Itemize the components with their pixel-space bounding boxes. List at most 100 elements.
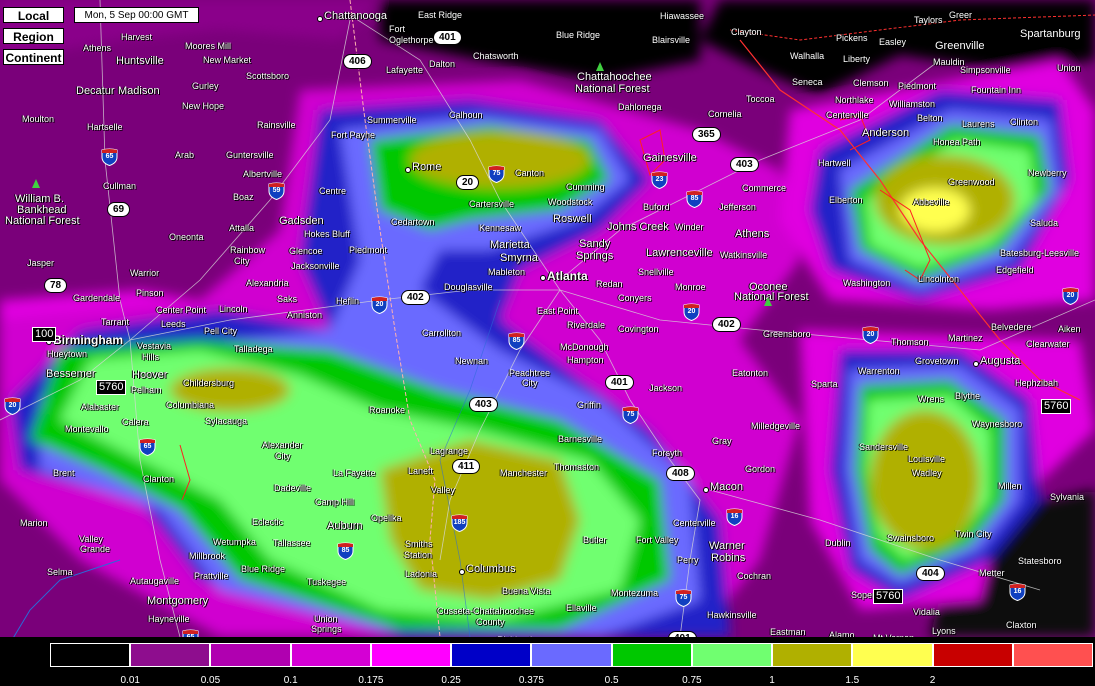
legend-tick: 0.5 xyxy=(604,675,619,686)
city-label: Lincolnton xyxy=(918,274,960,284)
city-label: Elberton xyxy=(829,195,863,205)
city-label: Honea Path xyxy=(933,137,981,147)
city-label: Snellville xyxy=(638,267,674,277)
city-label: Montgomery xyxy=(147,595,209,607)
interstate-shield-icon: 20 xyxy=(1062,287,1079,305)
city-label: Lanett xyxy=(408,466,434,476)
city-label: Pickens xyxy=(836,33,868,43)
city-label: Griffin xyxy=(577,400,601,410)
city-label: Centerville xyxy=(826,110,869,120)
city-label: Woodstock xyxy=(548,197,593,207)
city-label: Blue Ridge xyxy=(556,30,601,40)
city-label: Piedmont xyxy=(349,245,388,255)
city-label: Cusseta-Chattahoochee xyxy=(437,606,535,616)
city-label: Riverdale xyxy=(567,320,606,330)
city-label: Roanoke xyxy=(369,405,406,415)
city-label: Monroe xyxy=(675,282,706,292)
legend-swatch xyxy=(531,643,612,667)
city-label: Manchester xyxy=(500,468,548,478)
city-label: Robins xyxy=(711,552,746,564)
city-label: Gainesville xyxy=(643,152,697,164)
city-label: Valley xyxy=(79,534,103,544)
city-label: Batesburg-Leesville xyxy=(1000,248,1080,258)
city-label: Winder xyxy=(675,222,704,232)
interstate-number: 20 xyxy=(1066,292,1075,299)
legend-swatch xyxy=(451,643,532,667)
city-label: Martinez xyxy=(948,333,983,343)
city-label: Edgefield xyxy=(996,265,1034,275)
interstate-shield-icon: 65 xyxy=(101,148,118,166)
city-label: New Market xyxy=(203,55,252,65)
city-label: Sandy xyxy=(579,238,611,250)
city-label: Washington xyxy=(843,278,891,288)
interstate-number: 65 xyxy=(105,153,114,160)
city-label: Hiawassee xyxy=(660,11,705,21)
city-label: Cumming xyxy=(566,182,605,192)
city-label: Cochran xyxy=(737,571,772,581)
highway-marker: 402 xyxy=(401,290,430,305)
city-label: Hayneville xyxy=(148,614,190,624)
city-label: Anniston xyxy=(287,310,323,320)
city-label: Eastman xyxy=(770,627,806,637)
city-label: Seneca xyxy=(792,77,823,87)
interstate-number: 185 xyxy=(453,519,466,526)
city-label: Valley xyxy=(431,485,455,495)
city-label: Cedartown xyxy=(391,217,435,227)
highway-marker: 69 xyxy=(107,202,131,217)
highway-marker: 411 xyxy=(452,459,481,474)
interstate-shield-icon: 20 xyxy=(4,397,21,415)
city-label: Pinson xyxy=(136,288,164,298)
region-button[interactable]: Region xyxy=(3,28,64,44)
interstate-number: 16 xyxy=(1013,588,1022,595)
city-label: Fort xyxy=(389,24,406,34)
city-label: Smiths xyxy=(405,539,433,549)
legend-swatch xyxy=(932,643,1013,667)
city-label: East Ridge xyxy=(418,10,463,20)
city-label: Dahlonega xyxy=(618,102,662,112)
interstate-number: 65 xyxy=(143,443,152,450)
interstate-shield-icon: 59 xyxy=(268,182,285,200)
city-label: Hampton xyxy=(567,355,604,365)
local-button[interactable]: Local xyxy=(3,7,64,23)
city-label: Greer xyxy=(949,10,973,20)
city-dot xyxy=(405,167,411,173)
interstate-shield-icon: 20 xyxy=(371,296,388,314)
city-label: Wrens xyxy=(918,394,944,404)
city-label: Easley xyxy=(879,37,907,47)
tree-icon xyxy=(596,62,604,71)
city-label: City xyxy=(234,256,250,266)
city-label: Talladega xyxy=(234,344,273,354)
city-label: County xyxy=(476,617,505,627)
city-label: Harvest xyxy=(121,32,153,42)
continent-button[interactable]: Continent xyxy=(3,49,64,65)
city-label: Columbus xyxy=(466,563,516,575)
interstate-shield-icon: 16 xyxy=(1009,583,1026,601)
city-label: Cartersville xyxy=(469,199,515,209)
city-label: Ladonia xyxy=(405,569,438,579)
city-label: Northlake xyxy=(835,95,874,105)
city-label: Piedmont xyxy=(898,81,937,91)
city-label: Lyons xyxy=(932,626,956,636)
city-label: Glencoe xyxy=(289,246,323,256)
city-label: National Forest xyxy=(575,83,650,95)
city-label: Childersburg xyxy=(183,378,235,388)
legend-swatch xyxy=(691,643,773,667)
height-contour-label: 100 xyxy=(32,327,57,342)
city-label: Station xyxy=(404,550,433,560)
legend-tick: 0.1 xyxy=(283,675,298,686)
city-label: Camp Hill xyxy=(315,497,355,507)
city-label: Hokes Bluff xyxy=(304,229,350,239)
city-label: Decatur xyxy=(76,85,115,97)
legend-swatch xyxy=(852,643,933,667)
city-label: Cornelia xyxy=(708,109,742,119)
city-label: City xyxy=(522,378,538,388)
city-label: Marietta xyxy=(490,239,530,251)
legend-tick: 0.25 xyxy=(441,675,461,686)
city-label: Arab xyxy=(175,150,195,160)
legend-tick: 0.05 xyxy=(200,675,221,686)
precipitation-map[interactable]: Chattanooga East Ridge Hiawassee Clayton Tay… xyxy=(0,0,1095,637)
city-label: Fort Payne xyxy=(331,130,376,140)
legend-tick: 2 xyxy=(929,675,936,686)
city-label: Buford xyxy=(643,202,670,212)
city-label: Springs xyxy=(576,250,614,262)
